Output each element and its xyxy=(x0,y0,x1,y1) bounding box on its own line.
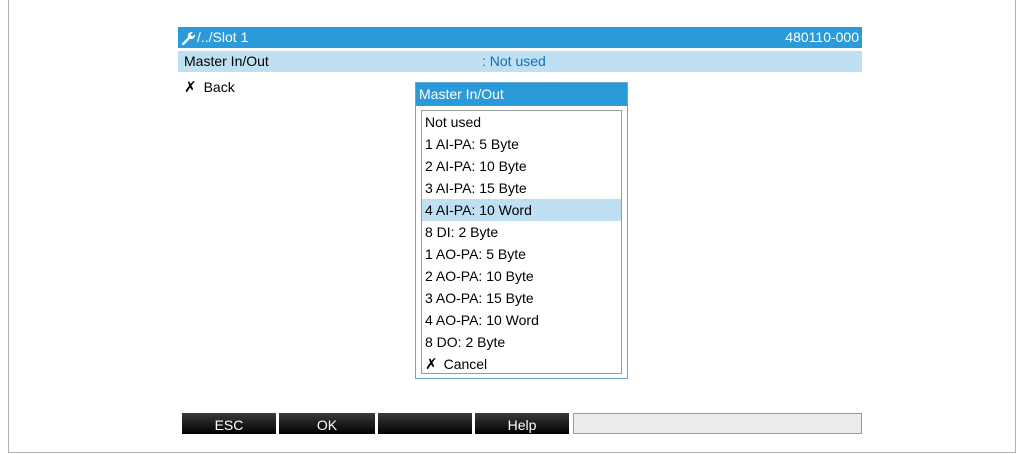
option-item[interactable]: 1 AO-PA: 5 Byte xyxy=(422,243,621,265)
option-item-selected[interactable]: 4 AI-PA: 10 Word xyxy=(422,199,621,221)
cancel-label: Cancel xyxy=(443,356,488,372)
title-bar: /../Slot 1 480110-000 xyxy=(178,27,862,48)
breadcrumb-path: /../Slot 1 xyxy=(197,29,249,45)
ok-softkey[interactable]: OK xyxy=(279,413,375,434)
device-code: 480110-000 xyxy=(785,29,859,45)
back-label: Back xyxy=(203,79,235,95)
x-icon: ✗ xyxy=(184,78,197,96)
option-item[interactable]: 8 DO: 2 Byte xyxy=(422,331,621,353)
x-icon: ✗ xyxy=(425,355,438,373)
option-item[interactable]: 2 AO-PA: 10 Byte xyxy=(422,265,621,287)
softkey-status-field xyxy=(573,413,862,434)
popup-title: Master In/Out xyxy=(416,83,627,106)
cancel-option[interactable]: ✗ Cancel xyxy=(422,353,621,375)
option-item[interactable]: 4 AO-PA: 10 Word xyxy=(422,309,621,331)
parameter-row-master-in-out[interactable]: Master In/Out : Not used xyxy=(178,51,862,72)
wrench-icon xyxy=(181,31,195,45)
softkey-bar: ESC OK Help xyxy=(182,413,862,434)
device-screen: /../Slot 1 480110-000 Master In/Out : No… xyxy=(178,27,862,437)
blank-softkey[interactable] xyxy=(378,413,472,434)
back-menu-item[interactable]: ✗ Back xyxy=(184,77,235,98)
parameter-value: : Not used xyxy=(482,53,546,69)
option-item[interactable]: 3 AI-PA: 15 Byte xyxy=(422,177,621,199)
option-item[interactable]: 2 AI-PA: 10 Byte xyxy=(422,155,621,177)
help-softkey[interactable]: Help xyxy=(475,413,569,434)
option-item[interactable]: 3 AO-PA: 15 Byte xyxy=(422,287,621,309)
option-item[interactable]: Not used xyxy=(422,111,621,133)
esc-softkey[interactable]: ESC xyxy=(182,413,276,434)
option-item[interactable]: 8 DI: 2 Byte xyxy=(422,221,621,243)
parameter-label: Master In/Out xyxy=(184,53,269,69)
selection-popup: Master In/Out Not used 1 AI-PA: 5 Byte 2… xyxy=(415,82,628,379)
option-item[interactable]: 1 AI-PA: 5 Byte xyxy=(422,133,621,155)
breadcrumb: /../Slot 1 xyxy=(181,27,248,48)
option-list: Not used 1 AI-PA: 5 Byte 2 AI-PA: 10 Byt… xyxy=(421,110,622,374)
